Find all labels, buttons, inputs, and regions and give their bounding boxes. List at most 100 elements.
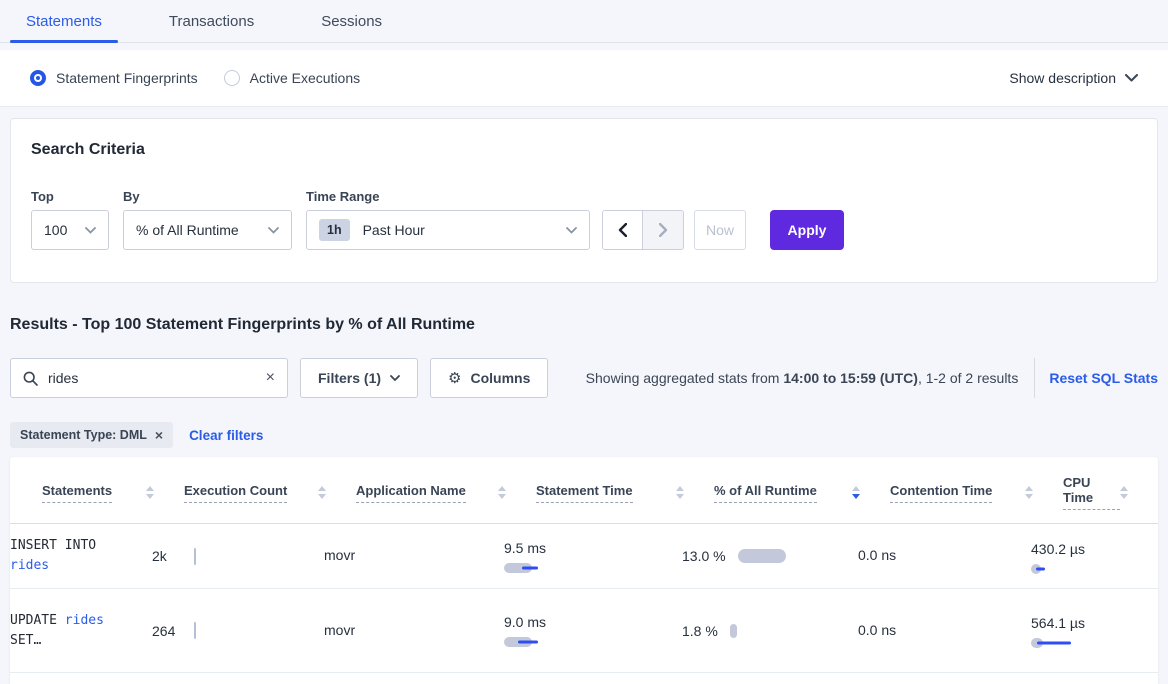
statements-table: Statements Execution Count Application Nam…: [10, 457, 1158, 684]
show-description-toggle[interactable]: Show description: [1009, 70, 1138, 86]
column-header-label: Application Name: [356, 483, 466, 503]
remove-filter-icon[interactable]: ×: [155, 428, 163, 442]
sort-asc-arrow: [146, 486, 154, 491]
by-label: By: [123, 189, 306, 204]
column-header-execution-count[interactable]: Execution Count: [184, 475, 356, 510]
tab-sessions[interactable]: Sessions: [305, 0, 398, 42]
statement-time-cell: 9.5 ms: [504, 540, 682, 573]
stat-bar-blue: [1037, 642, 1071, 645]
stat-bar: [504, 563, 538, 573]
table-row: INSERT INTO rides 2k movr 9.5 ms13.0 %0.0 ns…: [10, 524, 1158, 589]
statement-cell: UPDATE ridesSET…: [10, 611, 152, 651]
statement-text: INSERT INTO: [10, 538, 96, 553]
cpu-time-cell: 430.2 µs: [1031, 539, 1093, 574]
column-header-contention-time[interactable]: Contention Time: [890, 475, 1063, 510]
top-label: Top: [31, 189, 123, 204]
statement-cell: INSERT INTO rides: [10, 536, 152, 576]
now-button[interactable]: Now: [694, 210, 746, 250]
sort-desc-arrow: [1120, 494, 1128, 499]
contention-time-cell: 0.0 ns: [858, 547, 1031, 565]
reset-sql-stats-link[interactable]: Reset SQL Stats: [1049, 370, 1158, 386]
tab-statements[interactable]: Statements: [10, 0, 118, 42]
sort-icon[interactable]: [498, 486, 506, 499]
cpu-time-value: 564.1 µs: [1031, 613, 1093, 633]
column-header-cpu-time[interactable]: CPU Time: [1063, 475, 1158, 510]
by-select[interactable]: % of All Runtime: [123, 210, 292, 250]
filters-button[interactable]: Filters (1): [300, 358, 418, 398]
time-range-value: Past Hour: [363, 222, 425, 238]
statement-link[interactable]: rides: [10, 558, 49, 573]
time-nav-group: [602, 210, 684, 250]
sort-asc-arrow: [852, 486, 860, 491]
columns-button[interactable]: ⚙ Columns: [430, 358, 548, 398]
search-input[interactable]: [48, 370, 266, 386]
column-header-of-all-runtime[interactable]: % of All Runtime: [714, 475, 890, 510]
execution-count-cell: 264: [152, 622, 324, 639]
cpu-time-cell: 564.1 µs: [1031, 613, 1093, 648]
top-select[interactable]: 100: [31, 210, 109, 250]
sort-desc-arrow: [852, 494, 860, 499]
clear-search-icon[interactable]: ×: [266, 370, 275, 386]
previous-time-button[interactable]: [603, 211, 643, 249]
results-heading: Results - Top 100 Statement Fingerprints…: [10, 316, 1158, 334]
runtime-pct-value: 1.8 %: [682, 621, 718, 641]
sort-asc-arrow: [1025, 486, 1033, 491]
radio-active-executions[interactable]: Active Executions: [224, 70, 361, 86]
column-header-label: Execution Count: [184, 483, 287, 503]
show-description-label: Show description: [1009, 70, 1116, 86]
radio-label: Active Executions: [250, 70, 361, 86]
application-name-value: movr: [324, 622, 355, 638]
tab-label: Statements: [26, 13, 102, 30]
table-body: INSERT INTO rides 2k movr 9.5 ms13.0 %0.0 ns…: [10, 524, 1158, 673]
column-header-statement-time[interactable]: Statement Time: [536, 475, 714, 510]
filter-chip-label: Statement Type: DML: [20, 428, 147, 442]
sort-icon[interactable]: [318, 486, 326, 499]
statement-time-cell: 9.0 ms: [504, 614, 682, 647]
results-toolbar: × Filters (1) ⚙ Columns Showing aggregat…: [10, 358, 1158, 398]
sort-asc-arrow: [318, 486, 326, 491]
time-range-select[interactable]: 1h Past Hour: [306, 210, 590, 250]
next-time-button[interactable]: [643, 211, 683, 249]
chevron-down-icon: [566, 227, 577, 234]
statement-search-box[interactable]: ×: [10, 358, 288, 398]
stat-bar-blue: [518, 641, 538, 644]
sort-asc-arrow: [1120, 486, 1128, 491]
apply-button[interactable]: Apply: [770, 210, 844, 250]
stat-bar-gray: [738, 549, 786, 563]
column-header-label: Statements: [42, 483, 112, 503]
sort-icon[interactable]: [146, 486, 154, 499]
by-select-value: % of All Runtime: [136, 222, 239, 238]
radio-statement-fingerprints[interactable]: Statement Fingerprints: [30, 70, 198, 86]
sort-icon[interactable]: [676, 486, 684, 499]
tab-transactions[interactable]: Transactions: [153, 0, 270, 42]
application-name-value: movr: [324, 547, 355, 563]
radio-unselected-icon: [224, 70, 240, 86]
statement-link[interactable]: rides: [65, 613, 104, 628]
stat-bar: [730, 624, 737, 638]
chevron-right-icon: [659, 223, 668, 237]
filter-chip-statement-type[interactable]: Statement Type: DML ×: [10, 422, 173, 448]
sort-desc-arrow: [498, 494, 506, 499]
column-header-statements[interactable]: Statements: [42, 475, 184, 510]
cpu-time-value: 430.2 µs: [1031, 539, 1093, 559]
application-name-cell: movr: [324, 622, 504, 640]
sort-icon[interactable]: [1120, 486, 1128, 499]
runtime-pct-cell: 13.0 %: [682, 546, 858, 566]
view-toggle-bar: Statement Fingerprints Active Executions…: [0, 50, 1168, 107]
column-header-application-name[interactable]: Application Name: [356, 475, 536, 510]
tab-label: Transactions: [169, 13, 254, 30]
search-criteria-title: Search Criteria: [31, 141, 1137, 159]
stat-bar: [504, 637, 538, 647]
vertical-divider: [1034, 358, 1035, 398]
execution-count-cell: 2k: [152, 548, 324, 565]
sort-icon[interactable]: [1025, 486, 1033, 499]
sort-asc-arrow: [498, 486, 506, 491]
sort-icon[interactable]: [852, 486, 860, 499]
clear-filters-link[interactable]: Clear filters: [189, 428, 263, 443]
column-header-label: Statement Time: [536, 483, 633, 503]
execution-count-value: 2k: [152, 548, 194, 564]
filters-button-label: Filters (1): [318, 370, 381, 386]
chevron-down-icon: [1125, 74, 1138, 82]
stat-bar-blue: [1036, 567, 1045, 570]
table-row: UPDATE ridesSET…264movr9.0 ms1.8 %0.0 ns…: [10, 589, 1158, 673]
